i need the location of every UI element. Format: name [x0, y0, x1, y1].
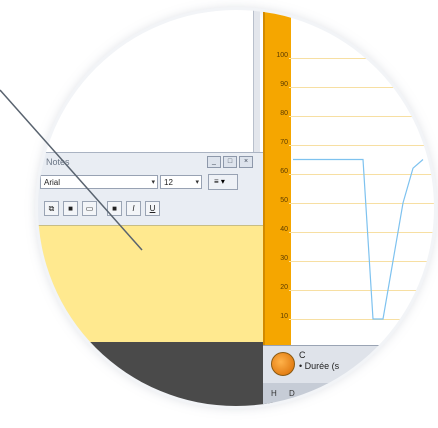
close-button[interactable]: ×: [239, 156, 253, 168]
y-tick-label: 30: [280, 255, 288, 262]
chevron-down-icon: ▾: [195, 179, 199, 186]
font-family-value: Arial: [44, 178, 61, 187]
notes-panel: Notes _ □ × Arial ▾ 12 ▾ ≡ ▾ ⧉ ■ ▭ ■ I U: [38, 152, 263, 350]
chevron-down-icon: ▾: [151, 179, 155, 186]
paste-icon: ■: [68, 204, 73, 213]
series-line-1: [293, 158, 424, 320]
bold-button[interactable]: ■: [107, 201, 122, 216]
paste-button[interactable]: ■: [63, 201, 78, 216]
status-area: [38, 342, 273, 406]
minimize-button[interactable]: _: [207, 156, 221, 168]
series-line-2: [387, 312, 424, 345]
y-tick-label: 90: [280, 81, 288, 88]
note-text-area[interactable]: [38, 225, 263, 350]
italic-icon: I: [132, 204, 135, 213]
y-tick-label: 40: [280, 226, 288, 233]
pane-divider[interactable]: [253, 10, 260, 160]
format-toolbar: ⧉ ■ ▭ ■ I U: [44, 201, 160, 216]
underline-button[interactable]: U: [145, 201, 160, 216]
first-page-button[interactable]: H: [271, 389, 277, 398]
print-button[interactable]: ▭: [82, 201, 97, 216]
copy-button[interactable]: ⧉: [44, 201, 59, 216]
previous-page-button[interactable]: D: [289, 389, 295, 398]
app-logo-icon[interactable]: [271, 352, 295, 376]
bold-icon: ■: [112, 204, 117, 213]
legend-line-2: • Durée (s: [299, 361, 340, 371]
magnifier-lens: Notes _ □ × Arial ▾ 12 ▾ ≡ ▾ ⧉ ■ ▭ ■ I U: [38, 10, 434, 406]
window-controls: _ □ ×: [207, 156, 253, 168]
align-icon: ≡ ▾: [214, 177, 225, 186]
font-family-select[interactable]: Arial ▾: [40, 175, 158, 189]
maximize-button[interactable]: □: [223, 156, 237, 168]
line-chart: 100 90 80 70 60 50 40 30 20 10: [263, 10, 434, 345]
font-size-select[interactable]: 12 ▾: [160, 175, 202, 189]
notes-title: Notes: [46, 157, 70, 167]
y-tick-label: 100: [276, 52, 288, 59]
legend-text: C • Durée (s: [299, 350, 339, 372]
y-axis-bar: 100 90 80 70 60 50 40 30 20 10: [263, 10, 291, 345]
y-tick-label: 80: [280, 110, 288, 117]
legend-line-1: C: [299, 350, 306, 360]
italic-button[interactable]: I: [126, 201, 141, 216]
underline-icon: U: [149, 204, 156, 213]
align-button[interactable]: ≡ ▾: [208, 174, 238, 190]
print-icon: ▭: [85, 204, 94, 213]
legend-bar: C • Durée (s: [263, 345, 434, 384]
copy-icon: ⧉: [48, 203, 55, 213]
y-tick-label: 70: [280, 139, 288, 146]
y-tick-label: 60: [280, 168, 288, 175]
y-tick-label: 10: [280, 313, 288, 320]
font-size-value: 12: [164, 178, 173, 187]
y-tick-label: 50: [280, 197, 288, 204]
navigation-bar: H D: [263, 383, 434, 406]
document-pane: [38, 10, 258, 160]
chart-plot-area: [293, 158, 424, 345]
y-tick-label: 20: [280, 284, 288, 291]
